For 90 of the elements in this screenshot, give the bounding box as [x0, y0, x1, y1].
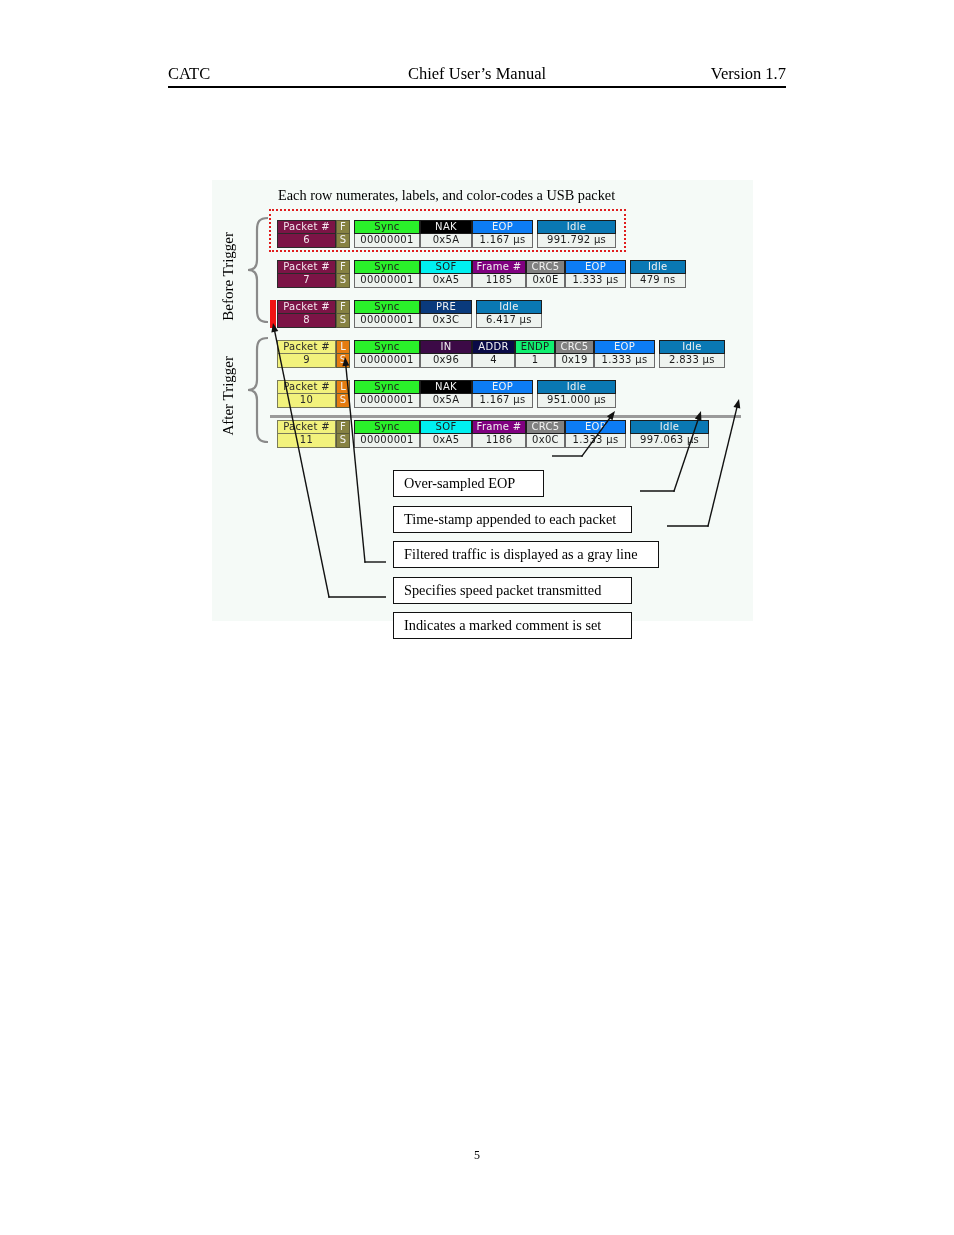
- field-header-cell: CRC5: [555, 340, 594, 354]
- page-number: 5: [473, 1148, 481, 1162]
- packet-label-cell: Packet #: [277, 220, 336, 234]
- figure-caption: Each row numerates, labels, and color-codes a USB packet: [278, 187, 616, 203]
- field-header-cell: Frame #: [472, 420, 526, 434]
- flag-cell: L: [336, 340, 350, 354]
- packet-number-cell: 6: [277, 234, 336, 248]
- field-value-cell: 00000001: [354, 394, 420, 408]
- field-value-cell: 0x5A: [420, 394, 472, 408]
- field-value-cell: 1: [515, 354, 555, 368]
- idle-header-cell: Idle: [659, 340, 725, 354]
- flag-cell: S: [336, 434, 350, 448]
- idle-header-cell: Idle: [537, 380, 617, 394]
- flag-cell: S: [336, 314, 350, 328]
- field-header-cell: SOF: [420, 260, 472, 274]
- callout-label: Time-stamp appended to each packet: [393, 505, 632, 533]
- packet-number-cell: 9: [277, 354, 336, 368]
- field-value-cell: 0x5A: [420, 234, 472, 248]
- field-header-cell: CRC5: [526, 420, 565, 434]
- idle-header-cell: Idle: [630, 420, 710, 434]
- field-value-cell: 0xA5: [420, 434, 472, 448]
- trigger-label: After Trigger: [220, 356, 236, 436]
- header-left-text: CATC: [168, 64, 211, 84]
- field-header-cell: NAK: [420, 380, 472, 394]
- field-value-cell: 1.167 µs: [472, 234, 533, 248]
- field-value-cell: 1.333 µs: [594, 354, 655, 368]
- field-header-cell: Sync: [354, 260, 420, 274]
- field-header-cell: CRC5: [526, 260, 565, 274]
- field-header-cell: EOP: [472, 220, 533, 234]
- field-value-cell: 1.167 µs: [472, 394, 533, 408]
- field-header-cell: ENDP: [515, 340, 555, 354]
- field-header-cell: Sync: [354, 220, 420, 234]
- field-value-cell: 0x96: [420, 354, 472, 368]
- idle-header-cell: Idle: [537, 220, 617, 234]
- field-header-cell: EOP: [565, 260, 626, 274]
- field-value-cell: 1185: [472, 274, 526, 288]
- field-header-cell: NAK: [420, 220, 472, 234]
- field-header-cell: EOP: [472, 380, 533, 394]
- field-value-cell: 0x0C: [526, 434, 565, 448]
- packet-label-cell: Packet #: [277, 300, 336, 314]
- flag-cell: F: [336, 300, 350, 314]
- field-value-cell: 00000001: [354, 234, 420, 248]
- idle-value-cell: 951.000 µs: [537, 394, 617, 408]
- field-header-cell: IN: [420, 340, 472, 354]
- field-header-cell: Sync: [354, 300, 420, 314]
- flag-cell: S: [336, 234, 350, 248]
- field-value-cell: 0x3C: [420, 314, 472, 328]
- packet-label-cell: Packet #: [277, 260, 336, 274]
- packet-number-cell: 10: [277, 394, 336, 408]
- field-header-cell: PRE: [420, 300, 472, 314]
- field-value-cell: 1186: [472, 434, 526, 448]
- field-value-cell: 0x19: [555, 354, 594, 368]
- idle-header-cell: Idle: [630, 260, 686, 274]
- field-value-cell: 0x0E: [526, 274, 565, 288]
- flag-cell: F: [336, 260, 350, 274]
- packet-label-cell: Packet #: [277, 340, 336, 354]
- callout-label: Specifies speed packet transmitted: [393, 576, 632, 604]
- idle-value-cell: 479 ns: [630, 274, 686, 288]
- field-header-cell: ADDR: [472, 340, 515, 354]
- field-header-cell: EOP: [594, 340, 655, 354]
- callout-label: Indicates a marked comment is set: [393, 612, 632, 639]
- field-value-cell: 00000001: [354, 314, 420, 328]
- idle-header-cell: Idle: [476, 300, 542, 314]
- callout-label: Filtered traffic is displayed as a gray line: [393, 541, 659, 568]
- field-header-cell: Sync: [354, 340, 420, 354]
- field-value-cell: 00000001: [354, 274, 420, 288]
- header-center-text: Chief User’s Manual: [407, 64, 547, 84]
- callout-label: Over-sampled EOP: [393, 470, 544, 497]
- field-value-cell: 1.333 µs: [565, 274, 626, 288]
- field-header-cell: Sync: [354, 380, 420, 394]
- field-header-cell: SOF: [420, 420, 472, 434]
- field-value-cell: 4: [472, 354, 515, 368]
- header-right-text: Version 1.7: [710, 64, 786, 84]
- packet-number-cell: 8: [277, 314, 336, 328]
- idle-value-cell: 2.833 µs: [659, 354, 725, 368]
- flag-cell: L: [336, 380, 350, 394]
- trigger-label: Before Trigger: [220, 231, 236, 321]
- idle-value-cell: 6.417 µs: [476, 314, 542, 328]
- flag-cell: F: [336, 220, 350, 234]
- field-header-cell: Frame #: [472, 260, 526, 274]
- flag-cell: S: [336, 394, 350, 408]
- field-header-cell: Sync: [354, 420, 420, 434]
- idle-value-cell: 991.792 µs: [537, 234, 617, 248]
- flag-cell: S: [336, 274, 350, 288]
- field-value-cell: 00000001: [354, 354, 420, 368]
- packet-number-cell: 11: [277, 434, 336, 448]
- flag-cell: F: [336, 420, 350, 434]
- field-value-cell: 00000001: [354, 434, 420, 448]
- packet-number-cell: 7: [277, 274, 336, 288]
- field-value-cell: 0xA5: [420, 274, 472, 288]
